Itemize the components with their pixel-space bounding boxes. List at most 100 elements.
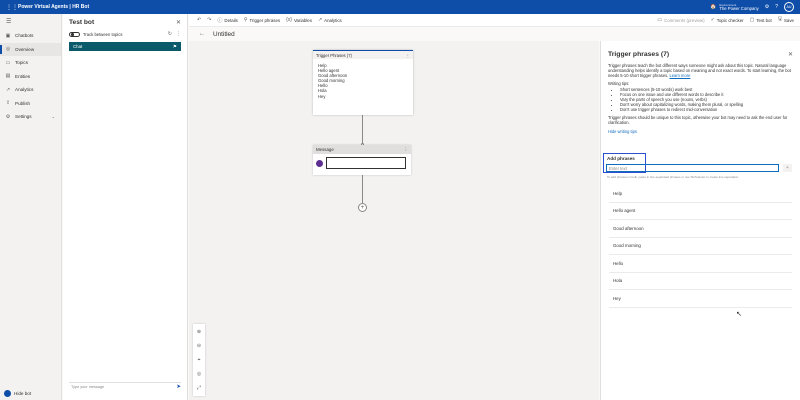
- add-node-button[interactable]: +: [358, 203, 367, 212]
- left-nav: ☰ ▣ Chatbots ◎ Overview ▭ Topics ▤ Entit…: [0, 14, 62, 400]
- nav-item-analytics[interactable]: ↗ Analytics: [0, 83, 61, 97]
- hide-bot-button[interactable]: Hide bot: [4, 390, 31, 397]
- undo-button[interactable]: ↶: [197, 17, 201, 23]
- mouse-cursor-icon: ↖: [736, 311, 742, 318]
- nav-label: Settings: [15, 114, 32, 120]
- app-title: Power Virtual Agents | HR Bot: [18, 4, 90, 10]
- message-node[interactable]: Message ⋮: [313, 145, 411, 175]
- environment-picker[interactable]: 🏠 Environment The Power Company: [710, 3, 759, 11]
- close-icon[interactable]: ✕: [176, 19, 181, 26]
- app-launcher-icon[interactable]: ⋮⋮: [6, 4, 18, 11]
- header-right: 🏠 Environment The Power Company ⚙ ? AU: [710, 2, 794, 12]
- hide-tips-link[interactable]: Hide writing tips: [608, 129, 793, 134]
- gear-icon[interactable]: ⚙: [765, 4, 769, 10]
- topic-title[interactable]: Untitled: [213, 31, 235, 38]
- trigger-phrases-node[interactable]: Trigger Phrases (7) ⋮ Help Hello agent G…: [313, 50, 413, 115]
- details-button[interactable]: ⓘ Details: [217, 17, 237, 24]
- topics-icon: ▭: [5, 59, 11, 66]
- nav-label: Chatbots: [15, 33, 34, 39]
- add-phrase-button[interactable]: +: [783, 164, 792, 172]
- test-bot-panel: Test bot ✕ Track between topics ↻ ⋮ Chat…: [63, 14, 188, 400]
- environment-label: Environment: [719, 3, 737, 7]
- test-bot-button[interactable]: ▢ Test bot: [750, 16, 772, 24]
- more-options-icon[interactable]: ⋮: [176, 31, 181, 37]
- analytics-button[interactable]: ↗ Analytics: [318, 17, 342, 23]
- close-icon[interactable]: ✕: [788, 51, 793, 58]
- nav-item-publish[interactable]: ⇪ Publish: [0, 97, 61, 111]
- analytics-icon: ↗: [5, 86, 11, 93]
- list-item: Hey: [318, 93, 326, 99]
- help-icon[interactable]: ?: [775, 4, 778, 10]
- comments-button[interactable]: ▭ Comments (preview): [657, 16, 704, 24]
- reset-view-icon[interactable]: ◎: [197, 367, 201, 381]
- center-icon[interactable]: ⌖: [198, 353, 201, 367]
- nav-label: Publish: [15, 100, 31, 106]
- trigger-node-title: Trigger Phrases (7): [316, 52, 352, 58]
- phrase-item[interactable]: Hello: [609, 255, 792, 273]
- info-icon: ⓘ: [217, 17, 223, 24]
- add-phrases-label: Add phrases: [607, 156, 635, 161]
- bot-avatar-icon: [316, 159, 323, 167]
- unique-note: Trigger phrases should be unique to this…: [608, 115, 788, 125]
- comment-icon: ▭: [657, 17, 663, 23]
- save-button[interactable]: 🖫 Save: [778, 16, 794, 24]
- analytics-icon: ↗: [317, 17, 323, 23]
- learn-more-link[interactable]: Learn more: [669, 73, 690, 78]
- variables-icon: {x}: [286, 17, 292, 23]
- flag-icon[interactable]: ⚑: [173, 44, 177, 50]
- chat-input[interactable]: Type your message ➤: [69, 382, 181, 390]
- topic-checker-button[interactable]: ✓ Topic checker: [711, 16, 744, 24]
- track-topics-label: Track between topics: [83, 31, 123, 37]
- phrase-item[interactable]: Good afternoon: [609, 220, 792, 238]
- phrase-item[interactable]: Help: [609, 185, 792, 203]
- chat-bubble-icon: [4, 390, 11, 397]
- more-options-icon[interactable]: ⋮: [406, 53, 410, 58]
- nav-item-chatbots[interactable]: ▣ Chatbots: [0, 29, 61, 43]
- more-options-icon[interactable]: ⋮: [404, 147, 408, 153]
- back-arrow-icon[interactable]: ←: [199, 31, 205, 37]
- zoom-out-icon[interactable]: ⊖: [197, 339, 201, 353]
- trigger-phrases-button[interactable]: ⚲ Trigger phrases: [244, 17, 280, 23]
- chat-header: Chat ⚑: [69, 42, 181, 51]
- connector-line: [362, 115, 363, 145]
- add-phrase-hint: To add phrases in bulk, paste in line-se…: [607, 175, 740, 179]
- phrase-item[interactable]: Hello agent: [609, 203, 792, 220]
- hamburger-icon[interactable]: ☰: [0, 14, 61, 29]
- nav-item-overview[interactable]: ◎ Overview: [0, 42, 61, 56]
- zoom-in-icon[interactable]: ⊕: [197, 325, 201, 339]
- checker-icon: ✓: [710, 17, 715, 23]
- avatar[interactable]: AU: [784, 2, 794, 12]
- phrase-item[interactable]: Hola: [609, 273, 792, 290]
- message-node-title: Message: [316, 147, 334, 152]
- nav-item-topics[interactable]: ▭ Topics: [0, 56, 61, 70]
- list-item: Don't use trigger phrases to redirect mi…: [620, 107, 793, 112]
- app-header: ⋮⋮ Power Virtual Agents | HR Bot 🏠 Envir…: [0, 0, 800, 14]
- fit-view-icon[interactable]: ⤢: [197, 381, 201, 395]
- publish-icon: ⇪: [5, 100, 11, 107]
- restart-icon[interactable]: ↻: [168, 31, 172, 37]
- send-icon[interactable]: ➤: [176, 384, 181, 390]
- nav-item-entities[interactable]: ▤ Entities: [0, 70, 61, 84]
- message-text-box[interactable]: [326, 157, 406, 169]
- track-topics-toggle[interactable]: [69, 31, 80, 37]
- trigger-icon: ⚲: [243, 17, 248, 23]
- undo-icon: ↶: [197, 17, 202, 23]
- entities-icon: ▤: [5, 73, 11, 80]
- panel-title: Trigger phrases (7): [608, 51, 670, 58]
- nav-label: Overview: [15, 46, 35, 52]
- authoring-canvas[interactable]: Trigger Phrases (7) ⋮ Help Hello agent G…: [189, 41, 599, 400]
- nav-item-settings[interactable]: ⚙ Settings ⌄: [0, 110, 61, 124]
- variables-button[interactable]: {x} Variables: [286, 17, 312, 23]
- bot-icon: ▣: [5, 32, 11, 39]
- nav-label: Analytics: [15, 87, 34, 93]
- redo-button[interactable]: ↷: [207, 17, 211, 23]
- environment-icon: 🏠: [710, 4, 717, 10]
- phrase-item[interactable]: Hey: [609, 290, 792, 308]
- environment-name: The Power Company: [719, 6, 759, 11]
- redo-icon: ↷: [207, 17, 212, 23]
- phrase-item[interactable]: Good morning: [609, 238, 792, 255]
- add-phrase-placeholder: Enter text: [609, 165, 627, 171]
- chat-icon: ▢: [749, 17, 755, 23]
- add-phrase-input[interactable]: Enter text: [606, 164, 779, 172]
- trigger-node-list: Help Hello agent Good afternoon Good mor…: [313, 59, 413, 103]
